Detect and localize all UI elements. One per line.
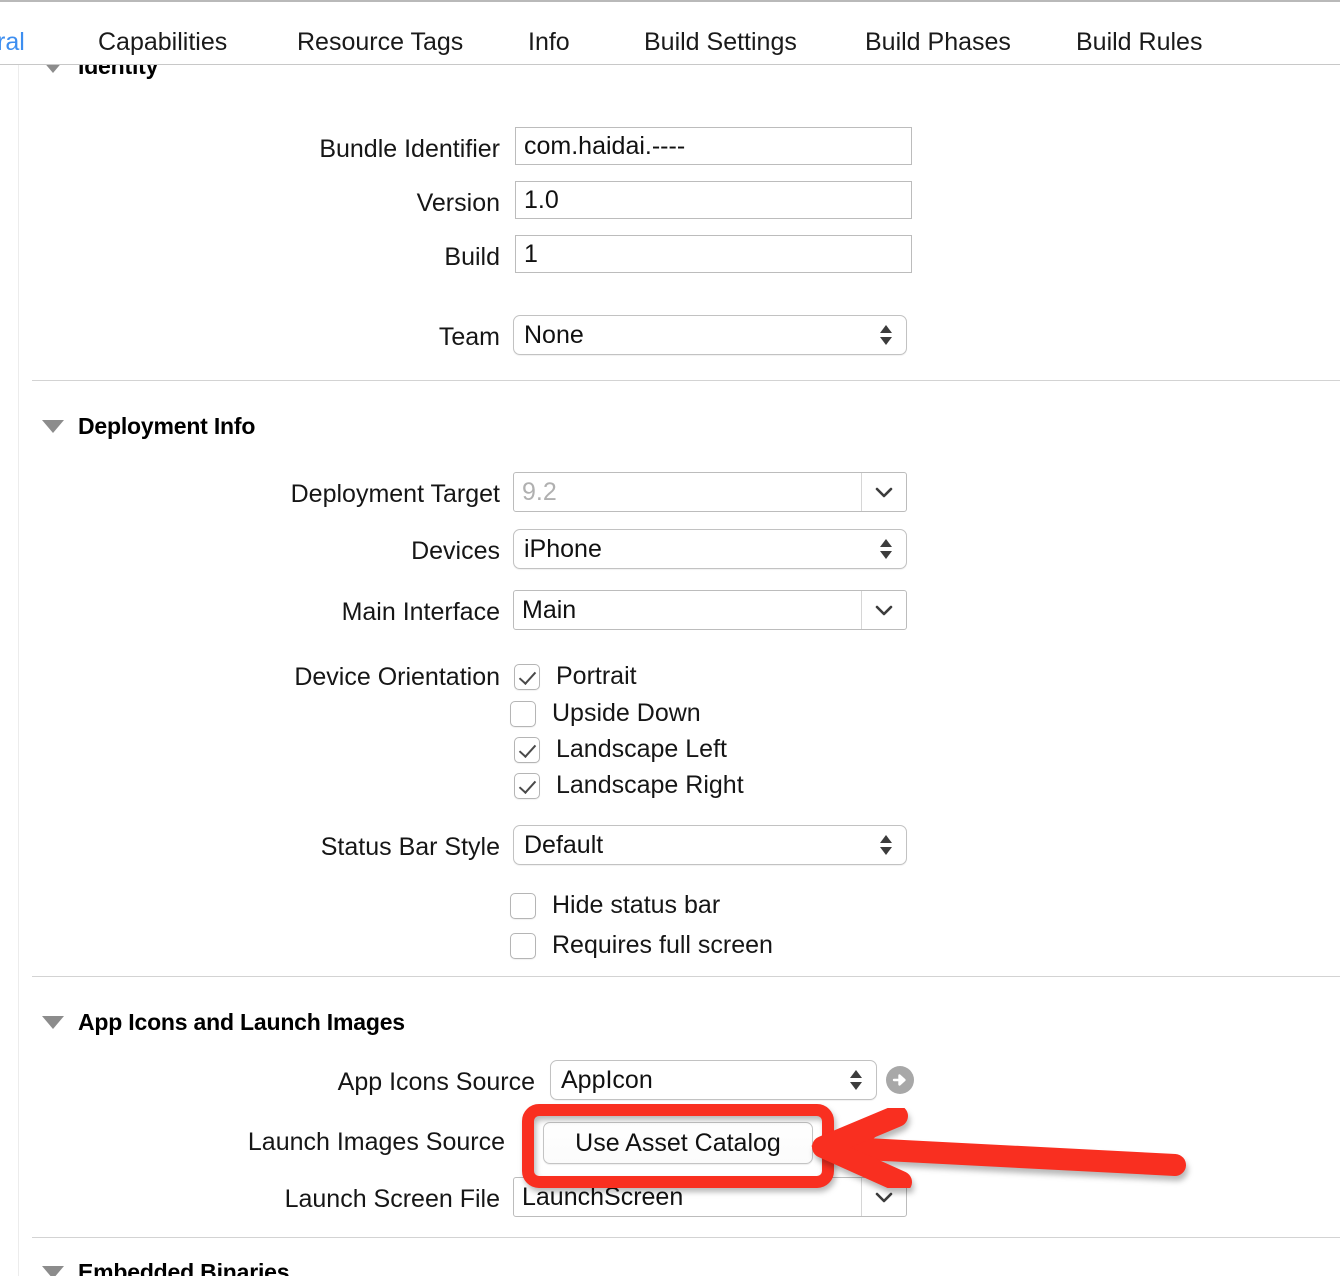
chevron-down-icon [875,487,893,498]
combo-separator [861,473,862,511]
devices-popup-value: iPhone [524,534,602,563]
section-title-identity: Identity [78,65,159,79]
chevron-updown-icon [850,1070,862,1090]
main-interface-combo[interactable]: Main [513,590,907,630]
section-header-app-icons[interactable]: App Icons and Launch Images [42,1007,405,1037]
section-divider [32,1237,1340,1238]
status-bar-style-value: Default [524,830,604,859]
tab-build-phases[interactable]: Build Phases [865,28,1011,57]
deployment-target-combo[interactable]: 9.2 [513,472,907,512]
chevron-updown-icon [880,539,892,559]
tab-build-rules[interactable]: Build Rules [1076,28,1202,57]
tab-resource-tags[interactable]: Resource Tags [297,28,463,57]
main-interface-value: Main [522,595,577,624]
deployment-target-value: 9.2 [522,477,557,506]
devices-popup[interactable]: iPhone [513,529,907,569]
checkbox-label: Hide status bar [552,891,721,919]
checkbox-label: Portrait [556,662,637,690]
disclosure-triangle-icon[interactable] [42,65,64,73]
status-bar-style-popup[interactable]: Default [513,825,907,865]
label-main-interface: Main Interface [341,598,500,626]
target-editor-tabbar: ral Capabilities Resource Tags Info Buil… [0,0,1340,65]
disclosure-triangle-icon[interactable] [42,1265,64,1276]
label-launch-screen-file: Launch Screen File [284,1185,500,1213]
launch-screen-file-combo[interactable]: LaunchScreen [513,1177,907,1217]
chevron-down-icon [875,1192,893,1203]
version-field[interactable]: 1.0 [515,181,912,219]
launch-screen-file-value: LaunchScreen [522,1182,684,1211]
app-icons-source-popup[interactable]: AppIcon [550,1060,877,1100]
tab-general[interactable]: ral [0,28,25,57]
label-version: Version [416,189,500,217]
arrow-right-circle-icon[interactable] [885,1065,915,1095]
tab-build-settings[interactable]: Build Settings [644,28,797,57]
checkbox-label: Requires full screen [552,931,773,959]
use-asset-catalog-button[interactable]: Use Asset Catalog [543,1122,813,1164]
checkbox-landscape-right[interactable]: Landscape Right [514,771,744,800]
checkbox-label: Landscape Right [556,771,744,799]
left-gutter-rule [18,65,19,1276]
tab-capabilities[interactable]: Capabilities [98,28,227,57]
checkbox-box-icon[interactable] [510,700,536,727]
section-header-deployment-info[interactable]: Deployment Info [42,411,255,441]
section-divider [32,380,1340,381]
chevron-updown-icon [880,325,892,345]
checkbox-box-icon[interactable] [510,932,536,959]
checkbox-hide-status-bar[interactable]: Hide status bar [510,891,720,920]
label-team: Team [438,323,500,351]
bundle-identifier-field[interactable]: com.haidai.---- [515,127,912,165]
chevron-updown-icon [880,835,892,855]
label-status-bar-style: Status Bar Style [320,833,500,861]
checkbox-landscape-left[interactable]: Landscape Left [514,735,727,764]
checkbox-portrait[interactable]: Portrait [514,662,637,691]
section-title-deployment-info: Deployment Info [78,412,256,439]
section-divider [32,976,1340,977]
checkbox-label: Landscape Left [556,735,727,763]
team-popup[interactable]: None [513,315,907,355]
checkbox-box-icon[interactable] [514,663,540,690]
team-popup-value: None [524,320,584,349]
label-device-orientation: Device Orientation [294,663,500,691]
checkbox-box-icon[interactable] [514,772,540,799]
label-build: Build [444,243,500,271]
build-field[interactable]: 1 [515,235,912,273]
combo-separator [861,591,862,629]
checkbox-upside-down[interactable]: Upside Down [510,699,701,728]
label-devices: Devices [411,537,500,565]
app-icons-source-value: AppIcon [561,1065,653,1094]
general-settings-pane: Identity Bundle Identifier com.haidai.--… [0,65,1340,1276]
label-bundle-identifier: Bundle Identifier [319,135,500,163]
section-title-embedded-binaries: Embedded Binaries [78,1258,290,1276]
disclosure-triangle-icon[interactable] [42,419,64,433]
disclosure-triangle-icon[interactable] [42,1015,64,1029]
section-header-identity[interactable]: Identity [42,65,158,81]
checkbox-box-icon[interactable] [510,892,536,919]
section-header-embedded-binaries[interactable]: Embedded Binaries [42,1257,290,1276]
label-launch-images-source: Launch Images Source [247,1128,505,1156]
checkbox-label: Upside Down [552,699,701,727]
checkbox-box-icon[interactable] [514,736,540,763]
label-app-icons-source: App Icons Source [337,1068,535,1096]
tab-info[interactable]: Info [528,28,570,57]
combo-separator [861,1178,862,1216]
label-deployment-target: Deployment Target [290,480,500,508]
checkbox-requires-full-screen[interactable]: Requires full screen [510,931,773,960]
chevron-down-icon [875,605,893,616]
section-title-app-icons: App Icons and Launch Images [78,1008,405,1035]
